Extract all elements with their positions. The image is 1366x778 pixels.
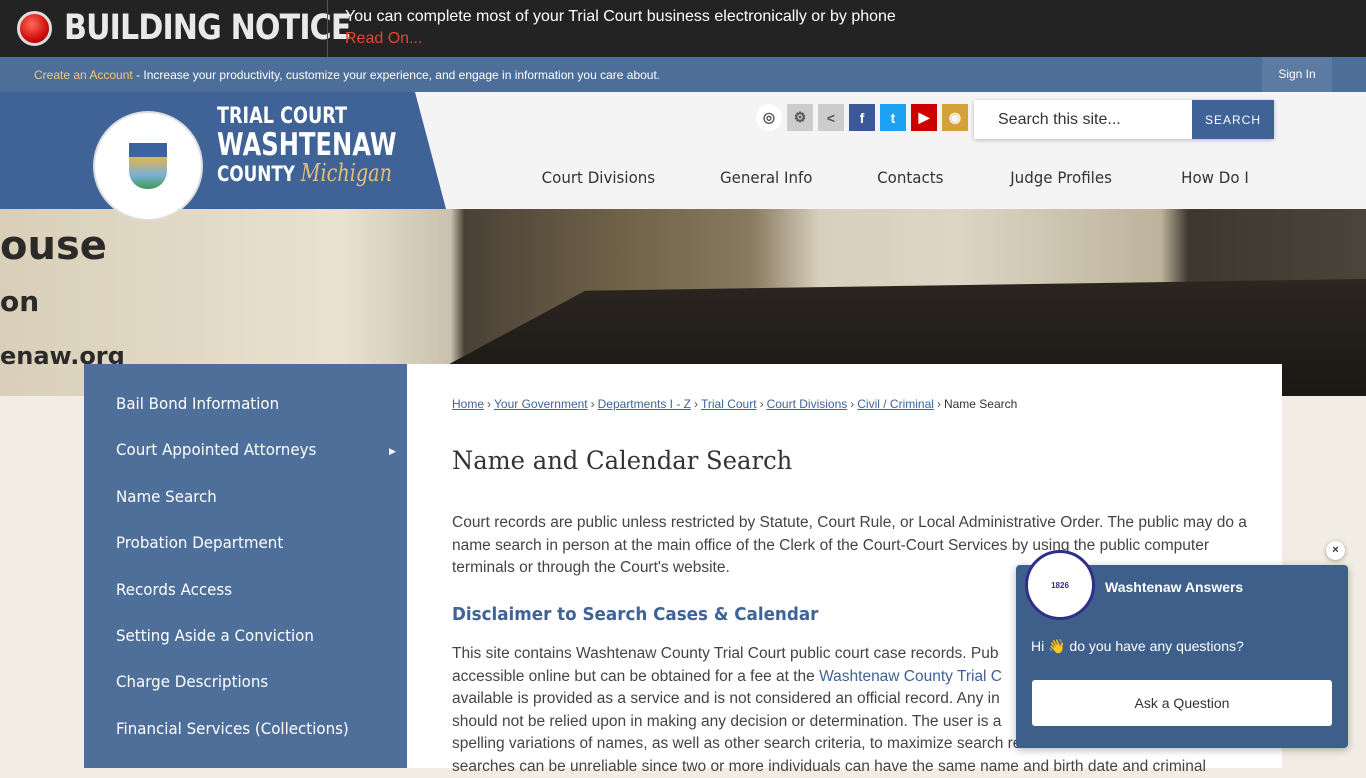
breadcrumb-link[interactable]: Trial Court [701,397,757,411]
nav-general-info[interactable]: General Info [720,168,813,187]
gear-icon[interactable]: ⚙ [787,104,813,131]
alert-dot-icon [17,11,52,46]
nav-court-divisions[interactable]: Court Divisions [542,168,656,187]
brand-michigan: Michigan [300,159,392,187]
search-button[interactable]: SEARCH [1192,100,1274,139]
facebook-icon[interactable]: f [849,104,875,131]
nav-contacts[interactable]: Contacts [877,168,943,187]
site-logo-text[interactable]: TRIAL COURT WASHTENAW COUNTY Michigan [217,104,447,187]
seal-shield-icon [129,143,167,189]
sign-in-button[interactable]: Sign In [1262,57,1332,92]
account-bar: Create an Account - Increase your produc… [0,57,1366,92]
sidebar: ▶ Bail Bond Information Court Appointed A… [84,364,407,768]
breadcrumb-link[interactable]: Home [452,397,484,411]
nav-how-do-i[interactable]: How Do I [1181,168,1249,187]
sidebar-item[interactable]: Court Appointed Attorneys [116,440,316,459]
chat-name: Washtenaw Answers [1105,579,1244,595]
social-icons: ◎ ⚙ < f t ▶ ◉ [756,104,968,131]
page-title: Name and Calendar Search [452,446,793,475]
breadcrumb-link[interactable]: Your Government [494,397,588,411]
sidebar-item[interactable]: Records Access [116,580,232,599]
divider [327,0,328,57]
nav-judge-profiles[interactable]: Judge Profiles [1010,168,1112,187]
notice-message: You can complete most of your Trial Cour… [345,8,896,25]
share-icon[interactable]: < [818,104,844,131]
breadcrumb: Home › Your Government › Departments I - Z › T… [452,397,1017,411]
search-input[interactable] [974,100,1192,139]
disclaimer-heading: Disclaimer to Search Cases & Calendar [452,604,819,625]
breadcrumb-link[interactable]: Departments I - Z [598,397,691,411]
submenu-arrow-icon[interactable]: ▶ [389,446,396,457]
breadcrumb-link[interactable]: Court Divisions [767,397,848,411]
breadcrumb-separator: › [850,397,855,411]
building-notice-bar: BUILDING NOTICE You can complete most of… [0,0,1366,57]
account-text: Create an Account - Increase your produc… [34,68,660,82]
breadcrumb-current: Name Search [943,397,1018,411]
create-account-link[interactable]: Create an Account [34,68,133,82]
chat-greeting: Hi 👋 do you have any questions? [1031,638,1244,654]
read-on-link[interactable]: Read On... [345,30,422,48]
sidebar-item[interactable]: Bail Bond Information [116,394,279,413]
sidebar-item[interactable]: Charge Descriptions [116,672,268,691]
county-seal-icon[interactable]: ◎ [756,104,782,131]
sidebar-item[interactable]: Setting Aside a Conviction [116,626,314,645]
breadcrumb-separator: › [487,397,492,411]
washtenaw-county-seal-icon: 1826 [1025,550,1095,620]
brand-county: COUNTY [217,162,295,186]
breadcrumb-separator: › [759,397,764,411]
ask-question-button[interactable]: Ask a Question [1032,680,1332,726]
instagram-icon[interactable]: ◉ [942,104,968,131]
search-box: SEARCH [974,100,1274,139]
youtube-icon[interactable]: ▶ [911,104,937,131]
account-description: - Increase your productivity, customize … [132,68,661,82]
building-sign: ouse on enaw.org [0,223,125,370]
michigan-seal-logo[interactable] [93,111,203,221]
brand-line3: COUNTY Michigan [217,160,401,187]
sidebar-item[interactable]: Probation Department [116,533,283,552]
chat-close-button[interactable]: × [1326,541,1345,560]
notice-title: BUILDING NOTICE [64,8,351,48]
brand-line2: WASHTENAW [217,127,397,163]
sidebar-item[interactable]: Name Search [116,487,217,506]
breadcrumb-link[interactable]: Civil / Criminal [857,397,934,411]
breadcrumb-separator: › [590,397,595,411]
trial-court-link[interactable]: Washtenaw County Trial C [819,668,1002,685]
breadcrumb-separator: › [936,397,941,411]
twitter-icon[interactable]: t [880,104,906,131]
breadcrumb-separator: › [693,397,698,411]
sidebar-item[interactable]: Financial Services (Collections) [116,719,349,738]
